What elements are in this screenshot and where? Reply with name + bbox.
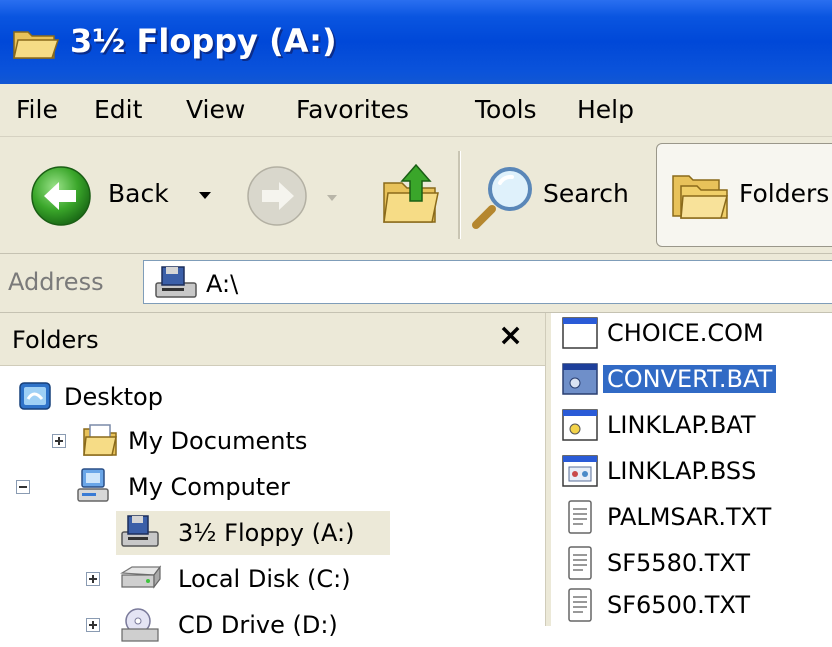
folders-button[interactable]: Folders [656,143,832,247]
desktop-icon [19,382,51,410]
folders-pane: Folders × Desktop My Documents My Comput… [0,313,545,642]
back-button[interactable] [30,165,92,227]
address-label: Address [8,268,104,296]
forward-arrow-icon [247,166,307,226]
tree-item-floppy[interactable]: 3½ Floppy (A:) [116,511,390,555]
tree-item-my-documents[interactable]: My Documents [0,419,545,463]
toolbar: Back Search Folders [0,137,832,254]
address-bar: Address A:\ [0,254,832,313]
file-name: CHOICE.COM [607,319,764,347]
file-name: LINKLAP.BSS [607,457,757,485]
menu-bar: File Edit View Favorites Tools Help [0,84,832,137]
cd-drive-icon [121,608,159,642]
back-dropdown-arrow-icon[interactable] [198,187,212,201]
title-bar[interactable]: 3½ Floppy (A:) [0,0,832,84]
address-value: A:\ [206,270,239,298]
file-item-convert-bat[interactable]: CONVERT.BAT [561,359,832,399]
address-input[interactable]: A:\ [143,260,832,304]
window-title: 3½ Floppy (A:) [70,22,337,60]
tree-item-my-computer[interactable]: My Computer [0,465,545,509]
tree-item-label: My Documents [128,427,308,455]
folders-label: Folders [739,179,830,208]
settings-file-icon [562,455,598,487]
text-file-icon [568,546,592,580]
folders-pane-title: Folders [12,326,99,354]
expand-plus-icon[interactable] [86,572,100,586]
search-magnifier-icon [472,167,532,229]
file-name: SF6500.TXT [607,591,751,619]
file-name: SF5580.TXT [607,549,751,577]
file-item-sf5580-txt[interactable]: SF5580.TXT [561,543,832,583]
up-folder-icon [383,163,439,223]
tree-item-label: Desktop [64,383,163,411]
tree-item-label: My Computer [128,473,290,501]
file-name: CONVERT.BAT [603,365,777,393]
floppy-drive-icon [121,515,159,547]
menu-tools[interactable]: Tools [475,95,537,124]
back-arrow-icon [31,166,91,226]
my-documents-icon [83,424,117,456]
tree-item-label: 3½ Floppy (A:) [178,519,355,547]
my-computer-icon [77,468,109,502]
close-folders-pane-button[interactable]: × [498,321,523,351]
expand-plus-icon[interactable] [52,434,66,448]
program-icon [562,317,598,349]
text-file-icon [568,500,592,534]
hard-disk-icon [120,565,162,589]
open-folder-icon [13,31,60,59]
menu-edit[interactable]: Edit [94,95,142,124]
collapse-minus-icon[interactable] [16,480,30,494]
batch-file-icon [562,363,598,395]
menu-help[interactable]: Help [577,95,634,124]
menu-favorites[interactable]: Favorites [296,95,409,124]
file-name: PALMSAR.TXT [607,503,772,531]
file-item-linklap-bat[interactable]: LINKLAP.BAT [561,405,832,445]
tree-item-cd-drive[interactable]: CD Drive (D:) [0,603,545,647]
menu-file[interactable]: File [16,95,58,124]
expand-plus-icon[interactable] [86,618,100,632]
file-item-palmsar-txt[interactable]: PALMSAR.TXT [561,497,832,537]
file-item-linklap-bss[interactable]: LINKLAP.BSS [561,451,832,491]
text-file-icon [568,588,592,622]
search-label[interactable]: Search [543,179,629,208]
batch-file-icon [562,409,598,441]
folders-pane-header: Folders × [0,313,545,366]
file-list: CHOICE.COM CONVERT.BAT LINKLAP.BAT LINKL… [551,313,832,626]
forward-dropdown-arrow-icon[interactable] [326,189,338,201]
search-button[interactable] [470,161,540,231]
menu-view[interactable]: View [186,95,245,124]
folders-icon [672,175,728,219]
back-label[interactable]: Back [108,179,169,208]
up-folder-button[interactable] [380,161,442,227]
tree-item-label: CD Drive (D:) [178,611,338,639]
forward-button[interactable] [246,165,308,227]
file-name: LINKLAP.BAT [607,411,756,439]
file-item-sf6500-txt[interactable]: SF6500.TXT [561,585,832,625]
tree-item-label: Local Disk (C:) [178,565,351,593]
floppy-drive-icon [155,266,197,298]
tree-item-desktop[interactable]: Desktop [0,375,545,419]
tree-item-local-disk[interactable]: Local Disk (C:) [0,557,545,601]
toolbar-separator [458,151,461,239]
file-item-choice-com[interactable]: CHOICE.COM [561,313,832,353]
